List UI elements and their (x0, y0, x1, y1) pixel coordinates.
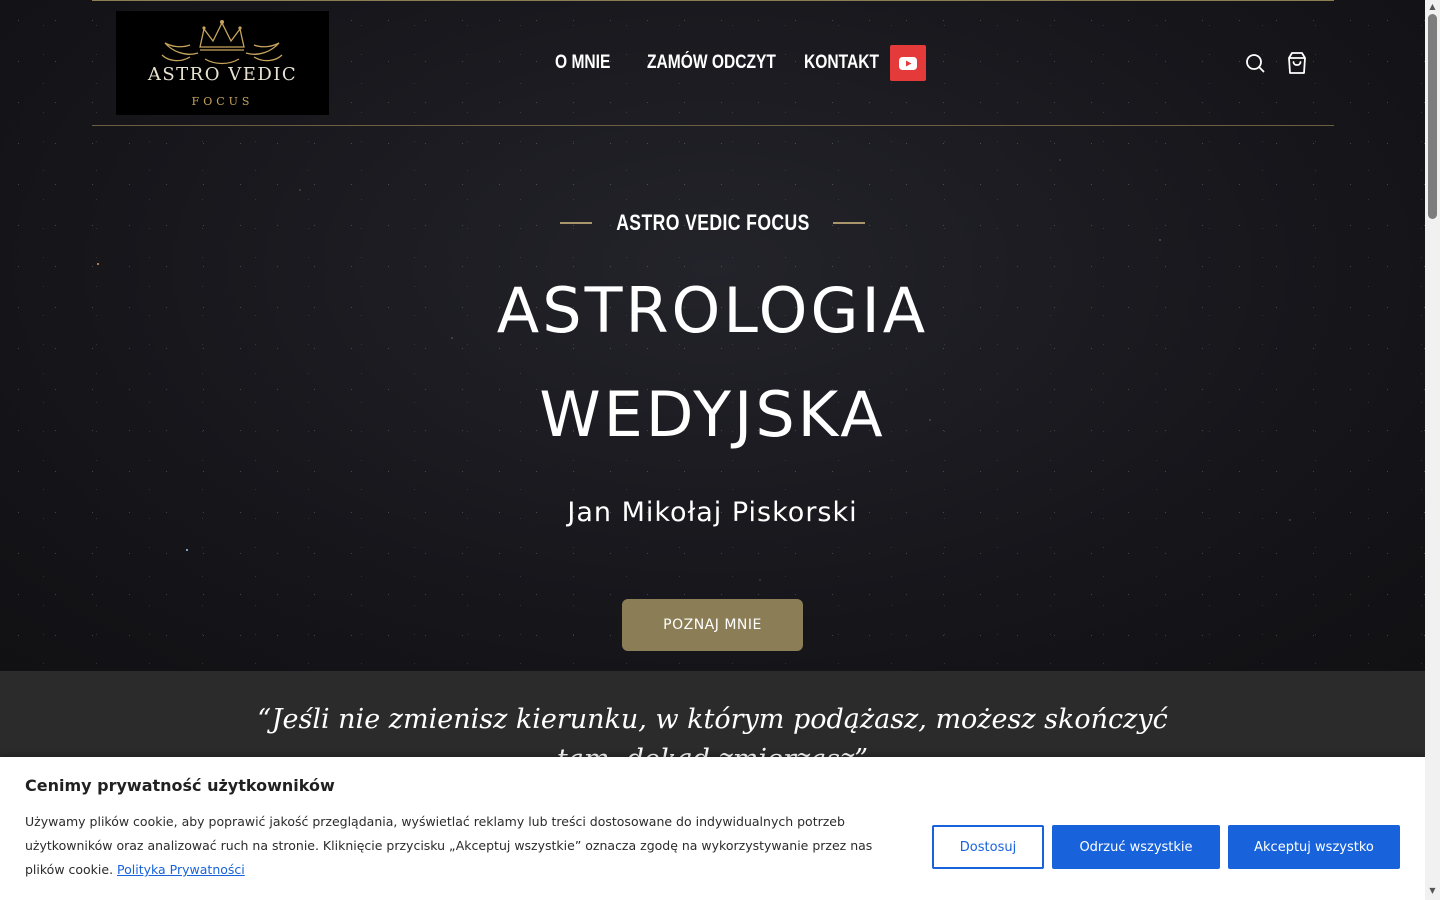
site-logo[interactable]: ASTRO VEDIC FOCUS (116, 11, 329, 115)
accept-all-button[interactable]: Akceptuj wszystko (1228, 825, 1400, 869)
hero-eyebrow: ASTRO VEDIC FOCUS (560, 208, 865, 238)
customize-button[interactable]: Dostosuj (932, 825, 1044, 869)
nav-item-zamow-odczyt[interactable]: ZAMÓW ODCZYT (647, 52, 776, 74)
scrollbar-thumb[interactable] (1428, 14, 1437, 219)
nav-item-o-mnie[interactable]: O MNIE (555, 52, 610, 74)
hero-title-line-1: ASTROLOGIA (496, 274, 929, 347)
header-top-line (92, 0, 1334, 1)
scroll-down-arrow-icon[interactable]: ▼ (1428, 886, 1437, 895)
logo-title: ASTRO VEDIC (147, 64, 298, 85)
cookie-consent-banner: Cenimy prywatność użytkowników Używamy p… (0, 757, 1425, 900)
cart-button[interactable] (1284, 50, 1310, 76)
cookie-title: Cenimy prywatność użytkowników (25, 776, 335, 795)
nav-item-kontakt[interactable]: KONTAKT (804, 52, 879, 74)
logo-subtitle: FOCUS (191, 95, 254, 108)
reject-all-button[interactable]: Odrzuć wszystkie (1052, 825, 1220, 869)
hero-author-name: Jan Mikołaj Piskorski (567, 497, 858, 528)
eyebrow-line-right (833, 222, 865, 224)
poznaj-mnie-button[interactable]: POZNAJ MNIE (622, 599, 803, 651)
hero-title-line-2: WEDYJSKA (539, 378, 886, 451)
hero-eyebrow-text: ASTRO VEDIC FOCUS (615, 210, 810, 235)
crown-icon (161, 20, 283, 65)
search-button[interactable] (1242, 50, 1268, 76)
youtube-button[interactable] (890, 45, 926, 81)
privacy-policy-link[interactable]: Polityka Prywatności (117, 862, 245, 877)
search-icon (1246, 54, 1265, 73)
main-nav: O MNIE ZAMÓW ODCZYT KONTAKT (555, 45, 890, 81)
header-divider (92, 125, 1334, 126)
shopping-bag-icon (1288, 52, 1306, 74)
scroll-up-arrow-icon[interactable]: ▲ (1428, 2, 1437, 11)
youtube-icon (899, 56, 917, 70)
eyebrow-line-left (560, 222, 592, 224)
cookie-description: Używamy plików cookie, aby poprawić jako… (25, 810, 915, 882)
